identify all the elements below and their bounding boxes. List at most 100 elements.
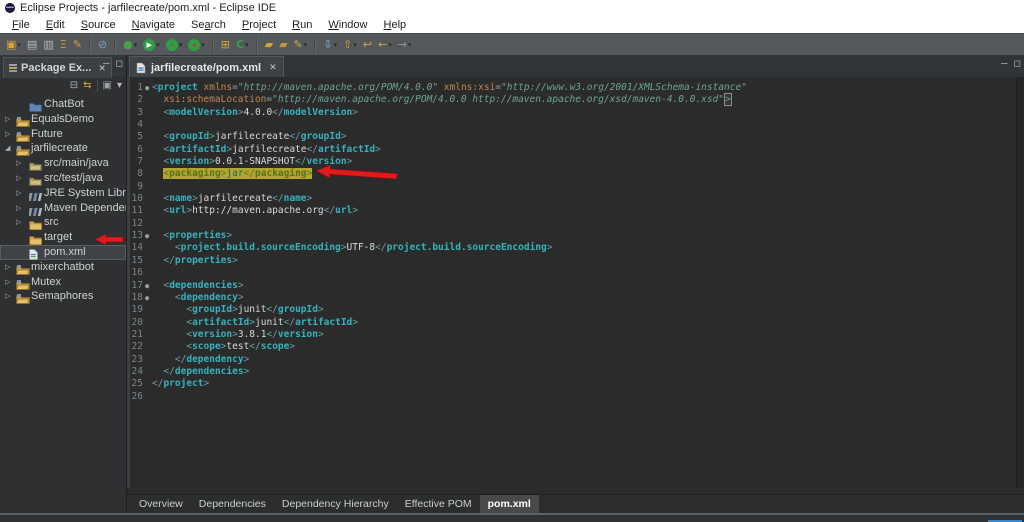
menu-project[interactable]: Project	[234, 19, 284, 31]
tree-item-src-main-java[interactable]: ▷ src/main/java	[0, 156, 126, 172]
open-folder-2-button[interactable]: ▰	[277, 36, 289, 54]
expand-icon[interactable]: ▷	[5, 292, 10, 300]
dropdown-caret-icon[interactable]: ▾	[134, 41, 138, 49]
dropdown-caret-icon[interactable]: ▾	[408, 41, 412, 49]
pom-page-tab-effective-pom[interactable]: Effective POM	[397, 495, 480, 513]
save-button[interactable]: ▤	[25, 36, 39, 54]
view-filter-icon[interactable]: ▣	[103, 79, 112, 93]
menu-help[interactable]: Help	[376, 19, 415, 31]
view-menu-icon[interactable]: ▾	[117, 79, 122, 93]
token-br: >	[340, 131, 347, 143]
code-editor[interactable]: 1 ● <project xmlns="http://maven.apache.or…	[127, 77, 1024, 488]
open-task-button[interactable]: ✎	[71, 36, 84, 54]
tree-item-jarfilecreate[interactable]: ◢ jarfilecreate	[0, 141, 126, 157]
menu-source[interactable]: Source	[73, 19, 124, 31]
dropdown-caret-icon[interactable]: ▾	[201, 41, 205, 49]
project-icon	[16, 277, 30, 290]
menu-file[interactable]: File	[4, 19, 38, 31]
menu-search[interactable]: Search	[183, 19, 234, 31]
token-br: </	[152, 378, 164, 390]
menu-run[interactable]: Run	[284, 19, 320, 31]
dropdown-caret-icon[interactable]: ▾	[353, 41, 357, 49]
link-with-editor-icon[interactable]: ⇆	[83, 79, 91, 93]
profile-button[interactable]: ● ▾	[186, 36, 207, 54]
pom-page-tab-overview[interactable]: Overview	[131, 495, 191, 513]
expand-icon[interactable]: ▷	[16, 189, 21, 197]
tree-item-src[interactable]: ▷ src	[0, 215, 126, 231]
forward-button[interactable]: → ▾	[396, 36, 414, 54]
dropdown-caret-icon[interactable]: ▾	[334, 41, 338, 49]
debug-button[interactable]: ● ▾	[121, 36, 139, 54]
dropdown-caret-icon[interactable]: ▾	[17, 41, 21, 49]
token-tx: jarfilecreate	[214, 131, 290, 143]
project-tree[interactable]: ChatBot ▷ EqualsDemo ▷ Future ◢ jarfilecreate ▷…	[0, 95, 126, 513]
line-number: 8	[137, 168, 143, 180]
minimize-editor-icon[interactable]: ─	[1001, 58, 1007, 68]
collapse-icon[interactable]: ◢	[5, 144, 10, 152]
menu-window[interactable]: Window	[320, 19, 375, 31]
new-java-project-button[interactable]: ⊞	[219, 36, 232, 54]
xmlfile-icon	[29, 247, 38, 260]
token-tag: artifactId	[317, 143, 376, 155]
fold-marker-icon[interactable]: ●	[145, 230, 149, 242]
fold-marker-icon[interactable]: ●	[145, 292, 149, 304]
skip-breakpoints-button[interactable]: ⊘	[96, 36, 109, 54]
tree-item-mutex[interactable]: ▷ Mutex	[0, 275, 126, 290]
tree-item-maven-dependencie[interactable]: ▷ Maven Dependencie	[0, 201, 126, 216]
last-edit-button[interactable]: ↩	[361, 36, 374, 54]
tree-item-semaphores[interactable]: ▷ Semaphores	[0, 289, 126, 305]
expand-icon[interactable]: ▷	[5, 263, 10, 271]
skip-breakpoints-icon: ⊘	[97, 38, 108, 51]
expand-icon[interactable]: ▷	[5, 278, 10, 286]
pom-page-tab-dependencies[interactable]: Dependencies	[191, 495, 274, 513]
coverage-button[interactable]: ▪ ▾	[164, 36, 185, 54]
maximize-view-icon[interactable]: ◻	[116, 58, 123, 68]
dropdown-caret-icon[interactable]: ▾	[179, 41, 183, 49]
export-button[interactable]: ⇧ ▾	[341, 36, 359, 54]
token-tag: project.build.sourceEncoding	[180, 242, 341, 254]
token-br: >	[203, 378, 210, 390]
dropdown-caret-icon[interactable]: ▾	[156, 41, 160, 49]
fold-marker-icon[interactable]: ●	[145, 82, 149, 94]
expand-icon[interactable]: ▷	[16, 174, 21, 182]
expand-icon[interactable]: ▷	[5, 130, 10, 138]
menu-navigate[interactable]: Navigate	[124, 19, 183, 31]
checkout-button[interactable]: C ▾	[234, 36, 251, 54]
pom-page-tab-dependency-hierarchy[interactable]: Dependency Hierarchy	[274, 495, 397, 513]
dropdown-caret-icon[interactable]: ▾	[388, 41, 392, 49]
editor-tab-pom[interactable]: jarfilecreate/pom.xml ✕	[129, 56, 284, 78]
package-explorer-tab[interactable]: Package Ex... ✕	[3, 57, 112, 78]
tree-item-mixerchatbot[interactable]: ▷ mixerchatbot	[0, 260, 126, 275]
expand-icon[interactable]: ▷	[16, 204, 21, 212]
run-button[interactable]: ▶ ▾	[141, 36, 162, 54]
fold-marker-icon[interactable]: ●	[145, 280, 149, 292]
annotate-button[interactable]: ✎ ▾	[292, 36, 310, 54]
code-line-10: 10 <name>jarfilecreate</name>	[127, 193, 1024, 205]
maximize-editor-icon[interactable]: ◻	[1014, 58, 1021, 68]
expand-icon[interactable]: ▷	[16, 218, 21, 226]
import-button[interactable]: ⇩ ▾	[321, 36, 339, 54]
tree-item-jre-system-library[interactable]: ▷ JRE System Library [	[0, 186, 126, 201]
tree-item-target[interactable]: target	[0, 230, 126, 246]
back-button[interactable]: ← ▾	[376, 36, 394, 54]
tree-item-src-test-java[interactable]: ▷ src/test/java	[0, 171, 126, 186]
tree-item-pom-xml[interactable]: pom.xml	[0, 245, 126, 260]
minimize-view-icon[interactable]: ─	[103, 58, 109, 68]
dropdown-caret-icon[interactable]: ▾	[245, 41, 249, 49]
build-all-button[interactable]: Ξ	[58, 36, 69, 54]
tree-item-equalsdemo[interactable]: ▷ EqualsDemo	[0, 112, 126, 127]
tree-item-chatbot[interactable]: ChatBot	[0, 97, 126, 112]
close-icon[interactable]: ✕	[269, 62, 277, 73]
expand-icon[interactable]: ▷	[5, 115, 10, 123]
pom-page-tab-pom-xml[interactable]: pom.xml	[479, 495, 539, 513]
open-folder-button[interactable]: ▰	[263, 36, 275, 54]
menu-edit[interactable]: Edit	[38, 19, 73, 31]
new-wizard-button[interactable]: ▣ ▾	[4, 36, 23, 54]
dropdown-caret-icon[interactable]: ▾	[304, 41, 308, 49]
open-folder-icon: ▰	[264, 38, 274, 51]
save-all-button[interactable]: ▥	[41, 36, 55, 54]
tree-item-future[interactable]: ▷ Future	[0, 127, 126, 142]
expand-icon[interactable]: ▷	[16, 159, 21, 167]
collapse-all-icon[interactable]: ⊟	[70, 79, 78, 93]
line-number: 13	[131, 230, 143, 242]
